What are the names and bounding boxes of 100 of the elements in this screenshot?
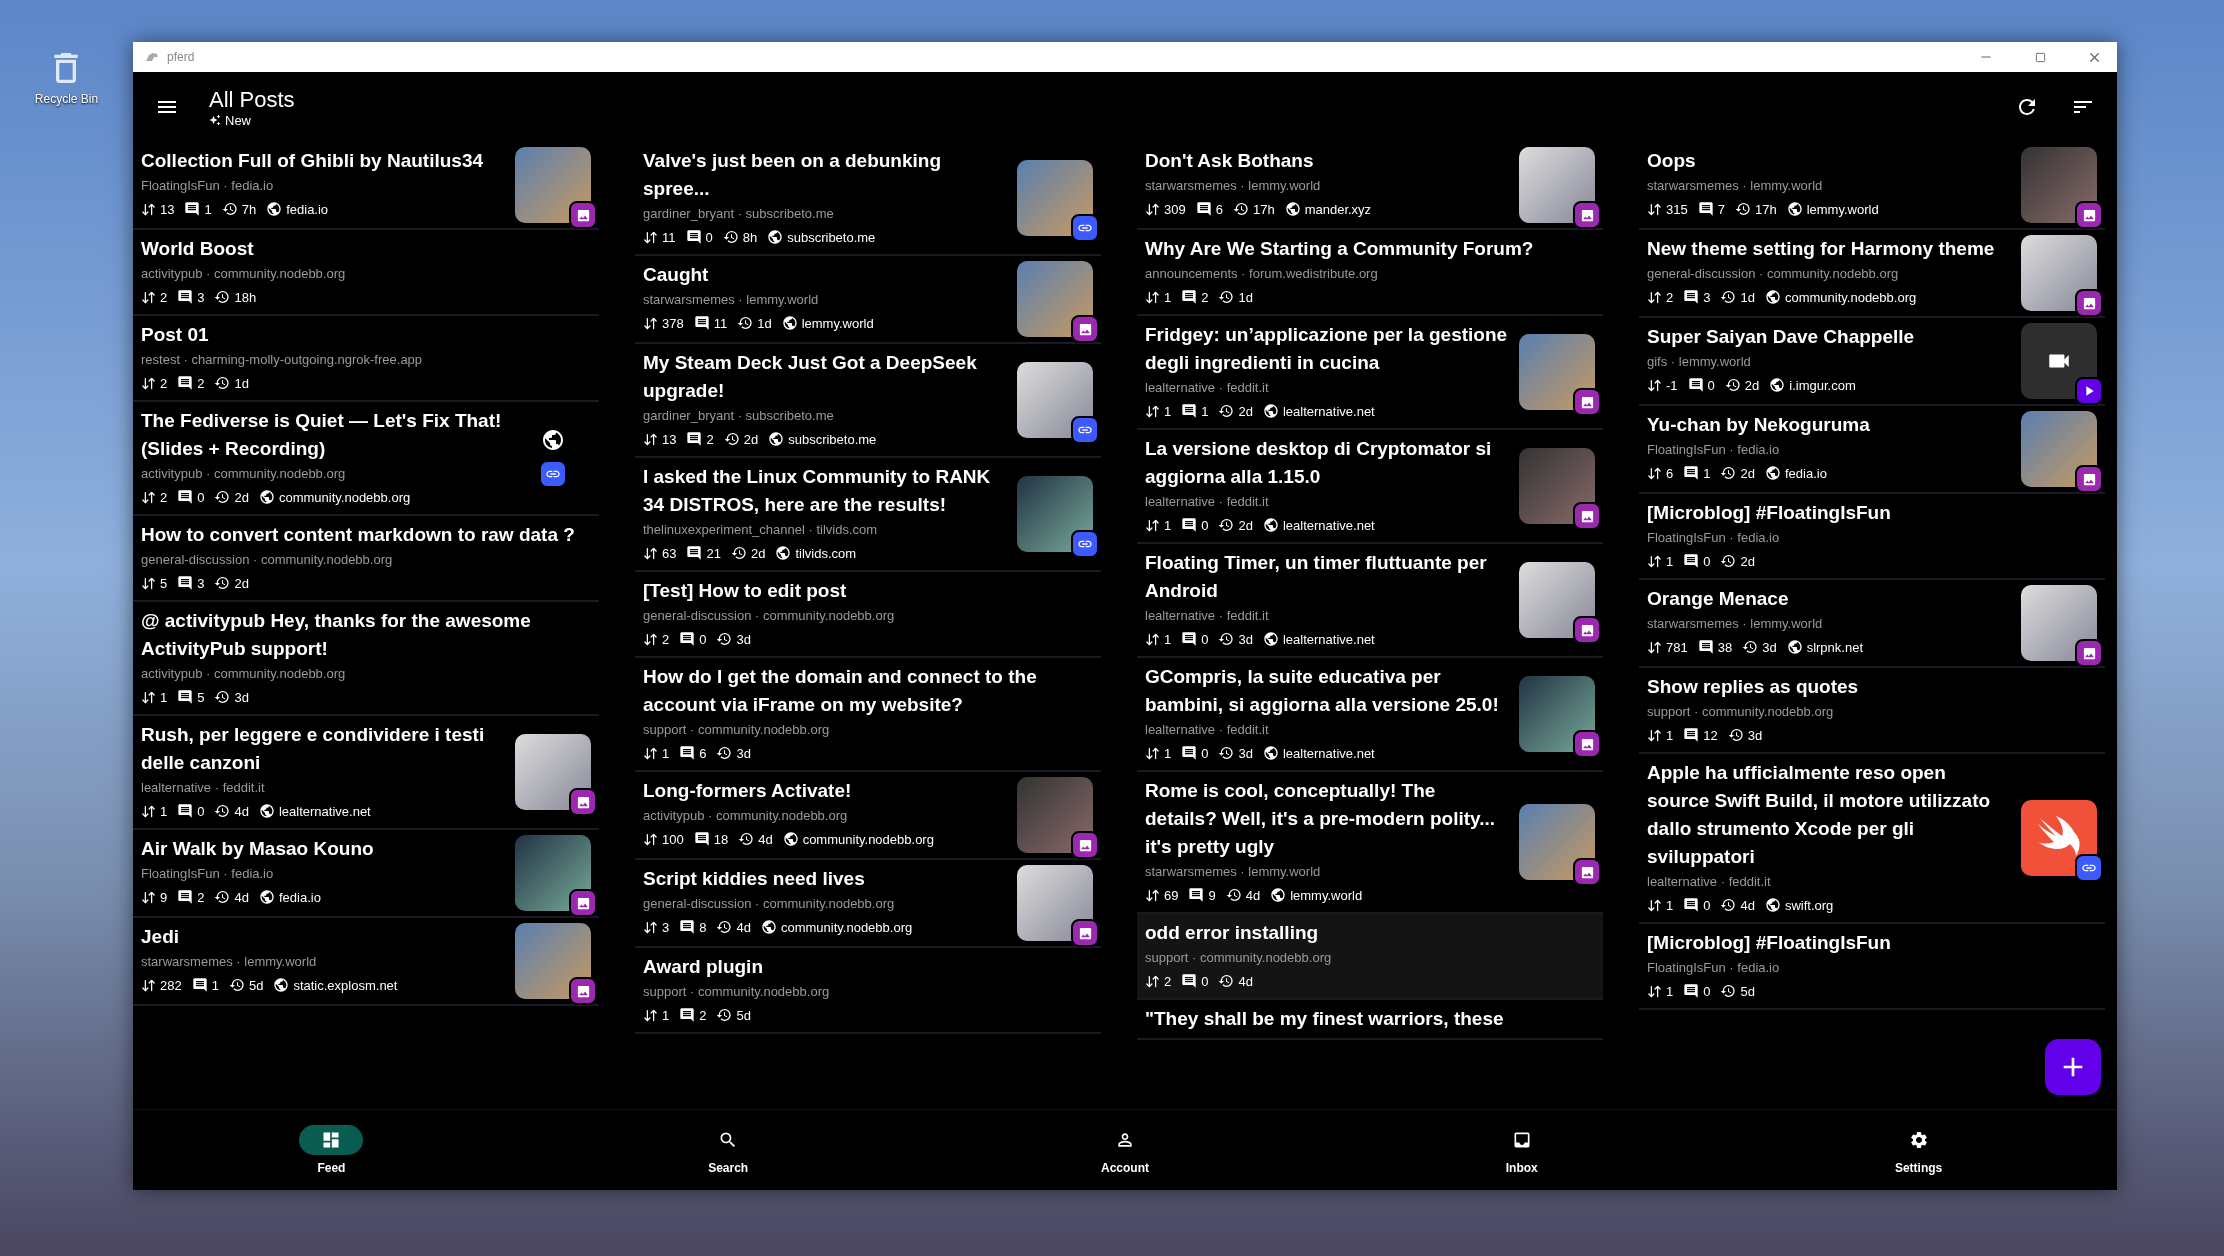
comment-count: 6: [1215, 201, 1223, 217]
post-meta: FloatingIsFun · fedia.io: [1647, 529, 1781, 547]
history-icon: [1734, 201, 1751, 217]
photo-placeholder[interactable]: [2021, 411, 2097, 487]
post-card[interactable]: The Fediverse is Quiet — Let's Fix That! (Slides + Recording) activitypub · community.nodebb.org 2 0 2d community.nodebb.org: [133, 402, 599, 516]
photo-placeholder[interactable]: [1017, 362, 1093, 438]
history-icon: [1742, 639, 1759, 655]
history-icon: [214, 575, 231, 591]
photo-placeholder[interactable]: [515, 734, 591, 810]
post-title: Why Are We Starting a Community Forum?: [1145, 237, 1535, 261]
photo-placeholder[interactable]: [1017, 160, 1093, 236]
bird-logo-thumbnail[interactable]: [2021, 800, 2097, 876]
photo-placeholder[interactable]: [2021, 235, 2097, 311]
globe-icon: [1284, 201, 1301, 217]
post-card[interactable]: odd error installing support · community.nodebb.org 2 0 4d: [1137, 914, 1603, 1000]
post-card[interactable]: World Boost activitypub · community.nodebb.org 2 3 18h: [133, 230, 599, 316]
photo-placeholder[interactable]: [1519, 334, 1595, 410]
image-icon: [1573, 616, 1601, 644]
photo-placeholder[interactable]: [1519, 804, 1595, 880]
history-icon: [1218, 517, 1235, 533]
comment-icon: [1181, 631, 1198, 647]
score-text: 2: [662, 631, 670, 647]
post-card[interactable]: Jedi starwarsmemes · lemmy.world 282 1 5d static.explosm.net: [133, 918, 599, 1006]
post-age: 3d: [234, 689, 249, 705]
post-domain: community.nodebb.org: [1784, 289, 1917, 305]
add-button[interactable]: [2045, 1039, 2101, 1095]
video-thumbnail[interactable]: [2021, 323, 2097, 399]
score-text: 1: [160, 689, 168, 705]
post-meta: starwarsmemes · lemmy.world: [643, 291, 820, 309]
post-card[interactable]: Post 01 restest · charming-molly-outgoing.ngrok-free.app 2 2 1d: [133, 316, 599, 402]
post-card[interactable]: @ activitypub Hey, thanks for the awesome ActivityPub support! activitypub · community.nodebb.org 1 5 3d: [133, 602, 599, 716]
post-title: Oops: [1647, 149, 1697, 173]
globe-icon: [1764, 289, 1781, 305]
nav-tab[interactable]: Account: [926, 1110, 1324, 1190]
vote-icon: [643, 745, 658, 761]
post-age: 7h: [241, 201, 257, 217]
comment-icon: [191, 977, 208, 993]
comment-icon: [1687, 377, 1704, 393]
post-title: La versione desktop di Cryptomator si aggiorna alla 1.15.0: [1145, 437, 1493, 489]
comment-count: 0: [1703, 553, 1711, 569]
vote-icon: [1647, 377, 1662, 393]
photo-placeholder[interactable]: [2021, 585, 2097, 661]
score-text: 1: [1164, 517, 1172, 533]
comment-icon: [177, 803, 194, 819]
link-icon: [1071, 416, 1099, 444]
post-age: 3d: [1747, 727, 1763, 743]
photo-placeholder[interactable]: [1017, 261, 1093, 337]
photo-placeholder[interactable]: [1017, 865, 1093, 941]
post-age: 4d: [234, 803, 249, 819]
photo-placeholder[interactable]: [1519, 676, 1595, 752]
post-age: 1d: [234, 375, 249, 391]
post-card[interactable]: Air Walk by Masao Kouno FloatingIsFun · fedia.io 9 2 4d fedia.io: [133, 830, 599, 918]
post-title: Script kiddies need lives: [643, 867, 866, 891]
photo-placeholder[interactable]: [515, 835, 591, 911]
nav-tab[interactable]: Inbox: [1323, 1110, 1721, 1190]
post-meta: lealternative · feddit.it: [1647, 873, 1772, 891]
photo-placeholder[interactable]: [515, 147, 591, 223]
nav-tab[interactable]: Feed: [133, 1110, 530, 1190]
post-card[interactable]: Rush, per leggere e condividere i testi delle canzoni lealternative · feddit.it 1 0 4d lealternative.net: [133, 716, 599, 830]
comment-icon: [177, 889, 194, 905]
globe-icon: [782, 831, 799, 847]
post-domain: mander.xyz: [1304, 201, 1372, 217]
post-card[interactable]: How to convert content markdown to raw data ? general-discussion · community.nodebb.org 5 3 2d: [133, 516, 599, 602]
comment-count: 0: [1703, 983, 1711, 999]
nav-tab[interactable]: Search: [529, 1110, 927, 1190]
link-icon: [2075, 854, 2103, 882]
comment-count: 3: [1703, 289, 1711, 305]
sort-label[interactable]: New: [225, 112, 251, 128]
vote-icon: [1145, 887, 1160, 903]
history-icon: [716, 745, 733, 761]
maximize-icon[interactable]: [2034, 51, 2046, 63]
globe-icon: [1769, 377, 1786, 393]
photo-placeholder[interactable]: [1017, 476, 1093, 552]
post-age: 1d: [757, 315, 772, 331]
post-age: 2d: [750, 545, 766, 561]
score-text: 1: [1164, 631, 1172, 647]
comment-icon: [1697, 639, 1714, 655]
post-domain: i.imgur.com: [1789, 377, 1856, 393]
nav-tab[interactable]: Settings: [1720, 1110, 2117, 1190]
history-icon: [228, 977, 245, 993]
post-domain: lemmy.world: [1806, 201, 1879, 217]
history-icon: [738, 831, 755, 847]
comment-icon: [177, 575, 194, 591]
photo-placeholder[interactable]: [1519, 147, 1595, 223]
photo-placeholder[interactable]: [1519, 562, 1595, 638]
post-domain: fedia.io: [1784, 465, 1827, 481]
post-meta: support · community.nodebb.org: [643, 721, 831, 739]
photo-placeholder[interactable]: [515, 923, 591, 999]
gear-icon: [1908, 1130, 1929, 1150]
post-domain: subscribeto.me: [787, 229, 876, 245]
image-icon: [1573, 858, 1601, 886]
comment-icon: [1683, 289, 1700, 305]
post-meta: starwarsmemes · lemmy.world: [1145, 177, 1322, 195]
sparkle-icon: [209, 114, 221, 126]
post-meta: restest · charming-molly-outgoing.ngrok-free.app: [141, 351, 424, 369]
comment-icon: [1181, 403, 1198, 419]
comment-count: 0: [1201, 745, 1209, 761]
comment-icon: [1181, 973, 1198, 989]
post-card[interactable]: Collection Full of Ghibli by Nautilus34 FloatingIsFun · fedia.io 13 1 7h fedia.io: [133, 142, 599, 230]
history-icon: [730, 545, 747, 561]
